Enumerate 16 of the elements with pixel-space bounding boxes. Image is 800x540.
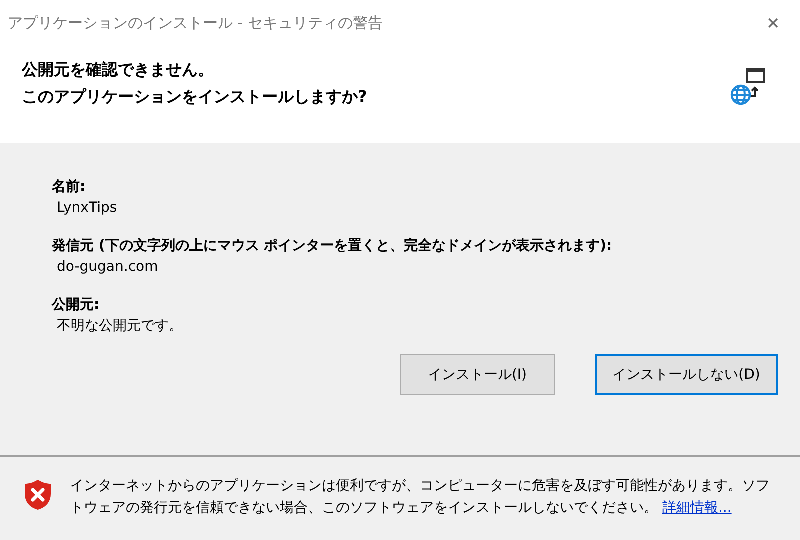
field-label: 名前: — [52, 178, 87, 197]
header-text: このアプリケーションをインストールしますか? — [22, 86, 368, 108]
field-label: 公開元: — [52, 296, 101, 315]
more-info-link[interactable]: 詳細情報... — [662, 500, 732, 516]
field-value: LynxTips — [56, 199, 118, 218]
header-text: 公開元を確認できません。 — [22, 59, 215, 81]
cancel-button[interactable]: インストールしない(D) — [595, 354, 778, 395]
field-label: 発信元 (下の文字列の上にマウス ポインターを置くと、完全なドメインが表示されます): — [52, 236, 614, 256]
shield-error-icon — [24, 479, 52, 511]
globe-window-icon — [730, 68, 766, 106]
close-button[interactable]: ✕ — [766, 14, 780, 32]
warning-text: インターネットからのアプリケーションは便利ですが、コンピューターに危害を及ぼす可能性があります。ソフトウェアの発行元を信頼できない場合、このソフトウェアをインストールしないでください。 詳細情報... — [70, 477, 771, 518]
install-button[interactable]: インストール(I) — [400, 354, 555, 395]
window-title: アプリケーションのインストール - セキュリティの警告 — [8, 14, 383, 32]
field-value: do-gugan.com — [56, 258, 160, 277]
field-value: 不明な公開元です。 — [56, 317, 184, 336]
